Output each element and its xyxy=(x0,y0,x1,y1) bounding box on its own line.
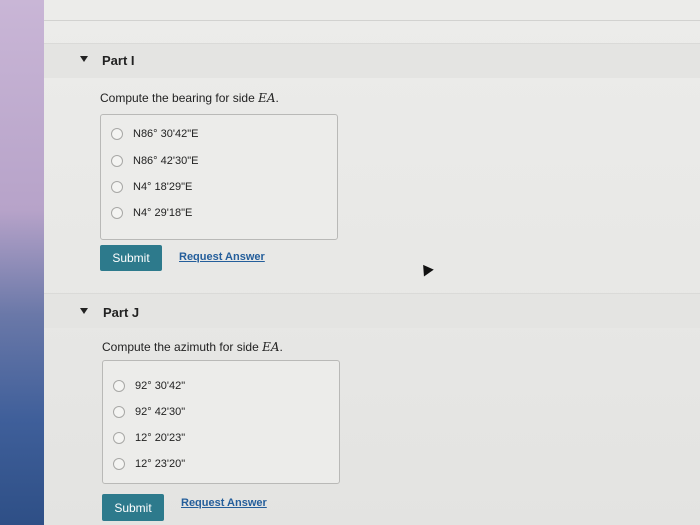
part-j-choices: 92° 30'42" 92° 42'30" 12° 20'23" 12° 23'… xyxy=(102,360,340,484)
part-j-choice-3[interactable]: 12° 20'23" xyxy=(113,432,185,444)
part-i-choice-2[interactable]: N86° 42'30"E xyxy=(111,155,198,167)
radio-button[interactable] xyxy=(113,406,125,418)
part-i-choice-1[interactable]: N86° 30'42"E xyxy=(111,128,198,140)
chevron-down-icon[interactable] xyxy=(80,56,88,62)
part-i-question-end: . xyxy=(275,91,279,105)
part-j-submit-button[interactable]: Submit xyxy=(102,494,164,521)
part-i-submit-button[interactable]: Submit xyxy=(100,245,162,271)
part-i-title: Part I xyxy=(102,53,135,68)
chevron-down-icon[interactable] xyxy=(80,308,88,314)
part-j-choice-4[interactable]: 12° 23'20" xyxy=(113,458,185,470)
part-j-header[interactable] xyxy=(44,293,700,328)
part-j-choice-2[interactable]: 92° 42'30" xyxy=(113,406,185,418)
part-i-choice-3[interactable]: N4° 18'29"E xyxy=(111,181,192,193)
part-j-question-variable: EA xyxy=(262,340,280,354)
part-i-choices: N86° 30'42"E N86° 42'30"E N4° 18'29"E N4… xyxy=(100,114,338,240)
radio-button[interactable] xyxy=(111,155,123,167)
radio-button[interactable] xyxy=(111,181,123,193)
part-i-question: Compute the bearing for side EA. xyxy=(100,91,279,105)
choice-label: N86° 30'42"E xyxy=(133,128,199,140)
choice-label: N4° 18'29"E xyxy=(133,181,193,193)
part-i-question-text: Compute the bearing for side xyxy=(100,91,259,105)
part-j-title: Part J xyxy=(103,305,140,320)
part-j-choice-1[interactable]: 92° 30'42" xyxy=(113,380,185,392)
desktop-background-strip xyxy=(0,0,44,525)
radio-button[interactable] xyxy=(111,207,123,219)
radio-button[interactable] xyxy=(113,380,125,392)
part-j-question-text: Compute the azimuth for side xyxy=(102,340,263,354)
part-j-request-answer-link[interactable]: Request Answer xyxy=(181,497,267,509)
part-i-choice-4[interactable]: N4° 29'18"E xyxy=(111,207,192,219)
part-j-question-end: . xyxy=(279,340,283,354)
part-i-header[interactable] xyxy=(44,43,700,78)
radio-button[interactable] xyxy=(113,432,125,444)
part-i-question-variable: EA xyxy=(258,91,276,105)
divider xyxy=(44,20,700,21)
part-j-question: Compute the azimuth for side EA. xyxy=(102,340,283,354)
choice-label: 92° 42'30" xyxy=(135,406,186,418)
choice-label: 12° 23'20" xyxy=(135,458,186,470)
choice-label: 92° 30'42" xyxy=(135,380,186,392)
radio-button[interactable] xyxy=(113,458,125,470)
choice-label: 12° 20'23" xyxy=(135,432,186,444)
part-i-request-answer-link[interactable]: Request Answer xyxy=(179,251,265,263)
radio-button[interactable] xyxy=(111,128,123,140)
choice-label: N86° 42'30"E xyxy=(133,155,199,167)
choice-label: N4° 29'18"E xyxy=(133,207,193,219)
